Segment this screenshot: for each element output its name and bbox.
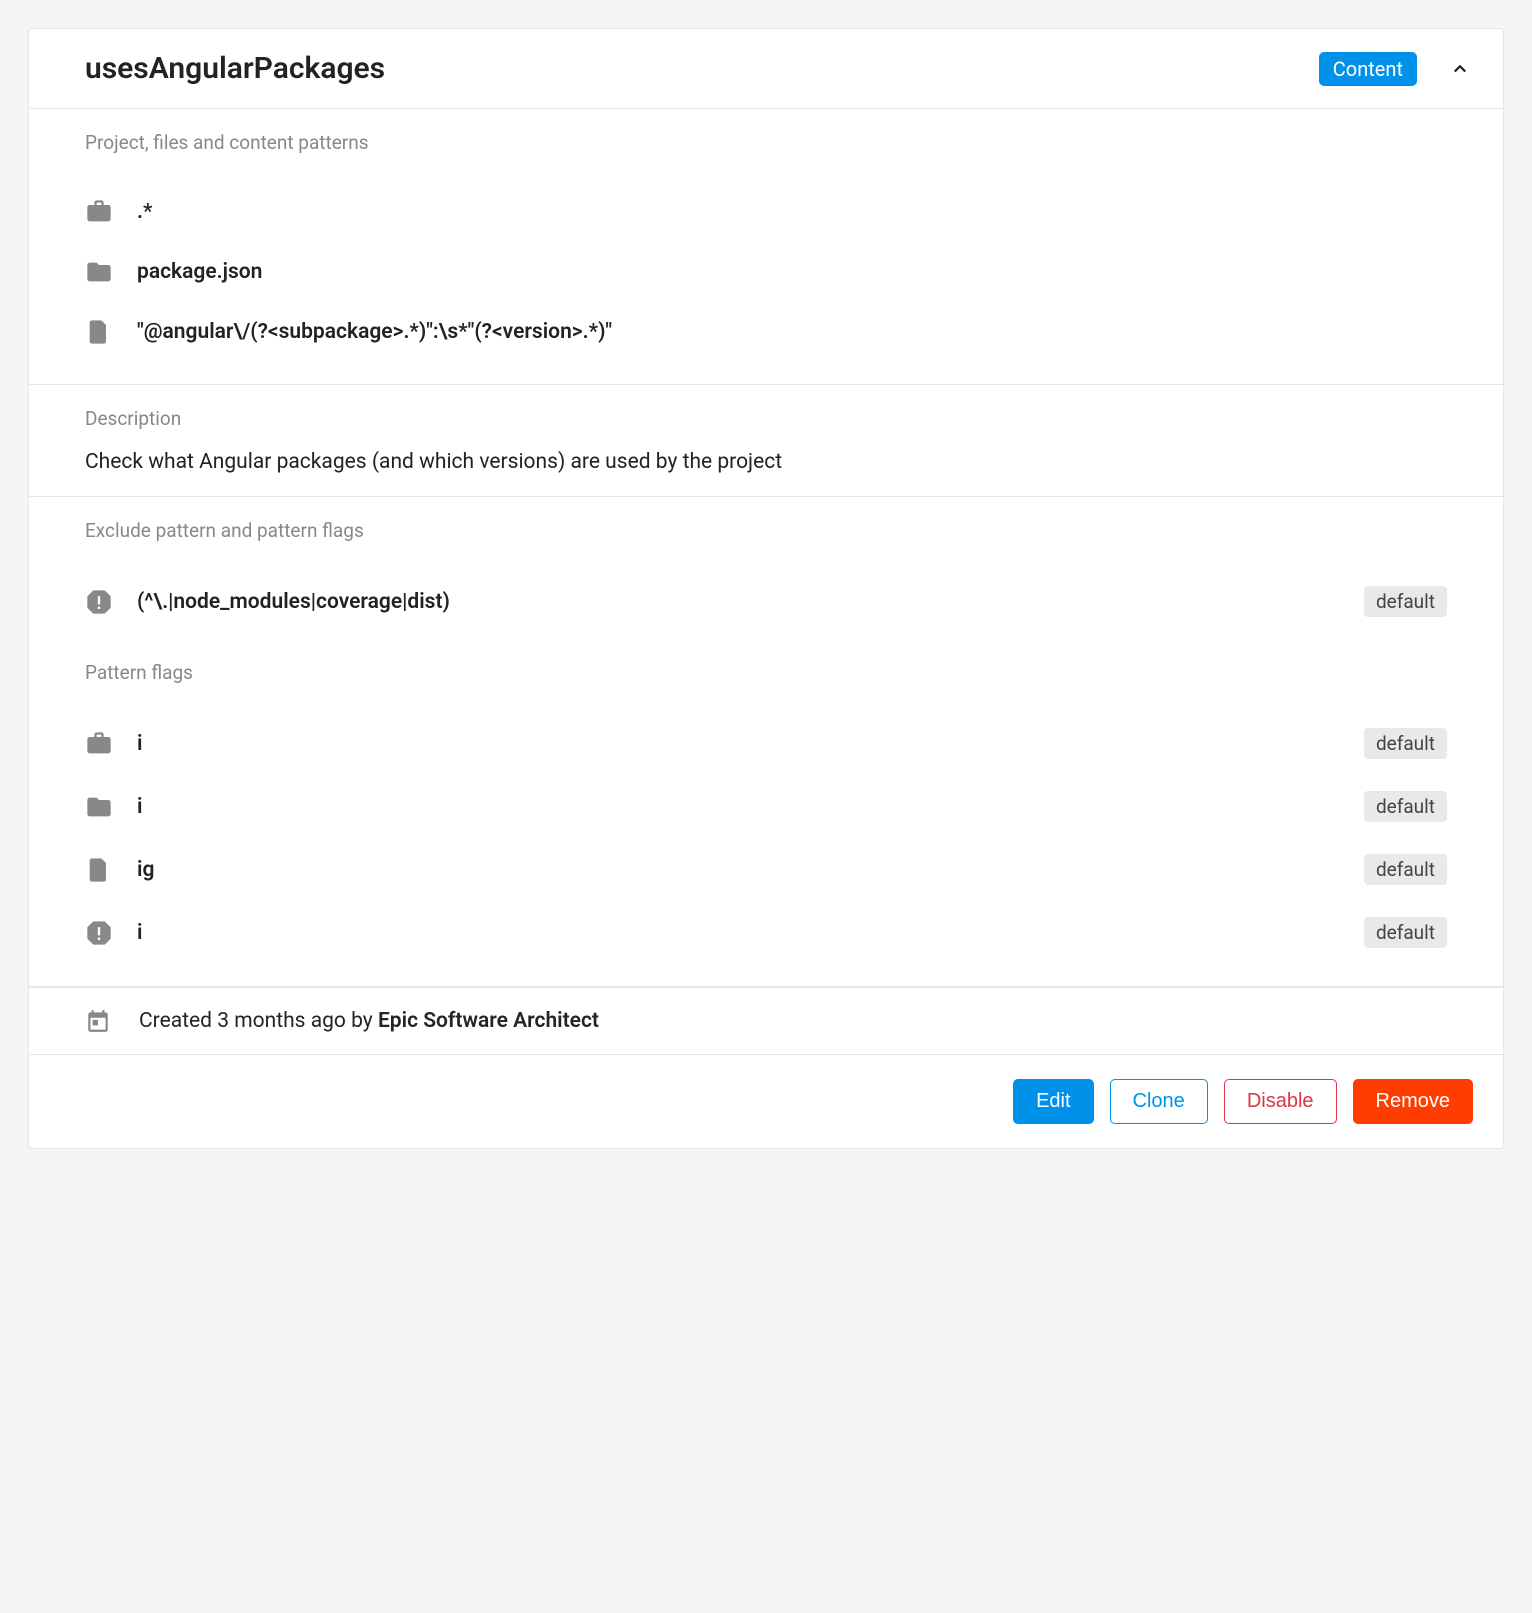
patterns-label: Project, files and content patterns xyxy=(85,131,1447,154)
flag-row: i default xyxy=(85,775,1447,838)
flag-row: i default xyxy=(85,901,1447,964)
pattern-text: .* xyxy=(137,200,1447,224)
created-author: Epic Software Architect xyxy=(378,1009,599,1033)
flag-row: i default xyxy=(85,712,1447,775)
flags-label: Pattern flags xyxy=(85,661,1447,684)
flag-text: ig xyxy=(137,858,1364,882)
collapse-toggle[interactable] xyxy=(1447,56,1473,82)
chevron-up-icon xyxy=(1449,58,1471,80)
remove-button[interactable]: Remove xyxy=(1353,1079,1473,1124)
description-text: Check what Angular packages (and which v… xyxy=(85,450,1447,474)
edit-button[interactable]: Edit xyxy=(1013,1079,1093,1124)
card-header: usesAngularPackages Content xyxy=(29,29,1503,109)
folder-icon xyxy=(85,793,113,821)
exclude-text: (^\.|node_modules|coverage|dist) xyxy=(137,590,1364,614)
file-icon xyxy=(85,856,113,884)
default-tag: default xyxy=(1364,917,1447,948)
created-by-label: by xyxy=(346,1009,378,1033)
flag-row: ig default xyxy=(85,838,1447,901)
flag-text: i xyxy=(137,921,1364,945)
pattern-row-content: "@angular\/(?<subpackage>.*)":\s*"(?<ver… xyxy=(85,302,1447,362)
exclude-label: Exclude pattern and pattern flags xyxy=(85,519,1447,542)
flag-text: i xyxy=(137,732,1364,756)
clone-button[interactable]: Clone xyxy=(1110,1079,1208,1124)
alert-icon xyxy=(85,919,113,947)
card-title: usesAngularPackages xyxy=(85,51,1319,86)
patterns-section: Project, files and content patterns .* p… xyxy=(29,109,1503,385)
exclude-row: (^\.|node_modules|coverage|dist) default xyxy=(85,570,1447,633)
description-section: Description Check what Angular packages … xyxy=(29,385,1503,497)
pattern-card: usesAngularPackages Content Project, fil… xyxy=(28,28,1504,1149)
pattern-text: package.json xyxy=(137,260,1447,284)
default-tag: default xyxy=(1364,791,1447,822)
description-label: Description xyxy=(85,407,1447,430)
content-badge: Content xyxy=(1319,52,1417,86)
alert-icon xyxy=(85,588,113,616)
exclude-flags-section: Exclude pattern and pattern flags (^\.|n… xyxy=(29,497,1503,987)
folder-icon xyxy=(85,258,113,286)
default-tag: default xyxy=(1364,728,1447,759)
pattern-row-project: .* xyxy=(85,182,1447,242)
created-prefix: Created xyxy=(139,1009,217,1033)
briefcase-icon xyxy=(85,730,113,758)
created-row: Created 3 months ago by Epic Software Ar… xyxy=(29,987,1503,1054)
created-text: Created 3 months ago by Epic Software Ar… xyxy=(139,1009,599,1033)
default-tag: default xyxy=(1364,586,1447,617)
calendar-icon xyxy=(85,1008,111,1034)
briefcase-icon xyxy=(85,198,113,226)
disable-button[interactable]: Disable xyxy=(1224,1079,1337,1124)
flag-text: i xyxy=(137,795,1364,819)
pattern-row-file: package.json xyxy=(85,242,1447,302)
file-icon xyxy=(85,318,113,346)
created-time: 3 months ago xyxy=(217,1009,346,1033)
card-footer: Edit Clone Disable Remove xyxy=(29,1054,1503,1148)
pattern-text: "@angular\/(?<subpackage>.*)":\s*"(?<ver… xyxy=(137,320,1447,344)
default-tag: default xyxy=(1364,854,1447,885)
